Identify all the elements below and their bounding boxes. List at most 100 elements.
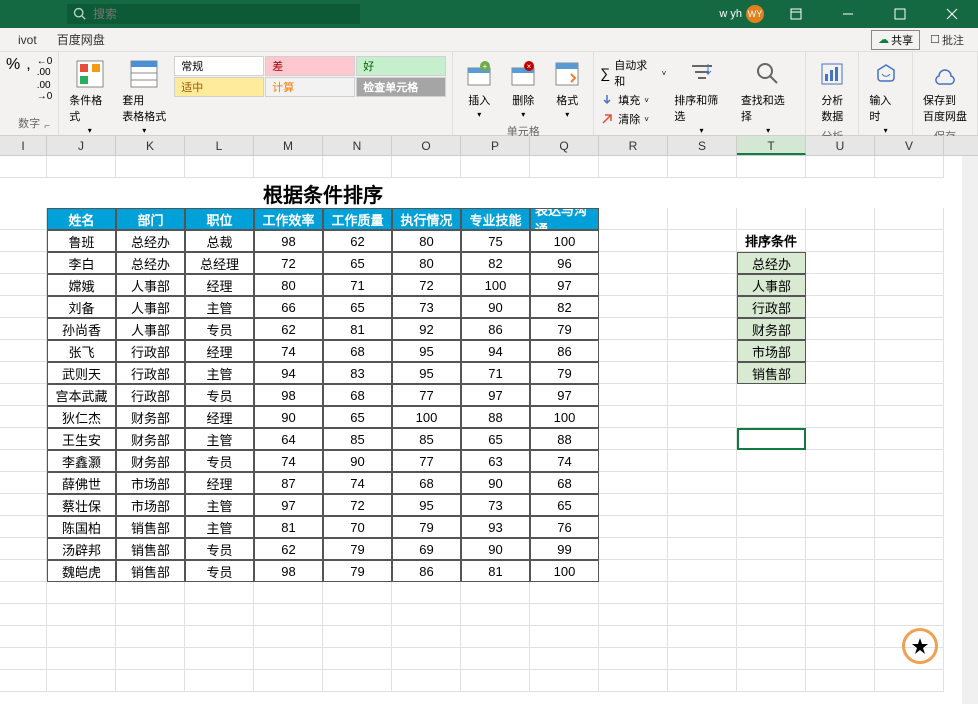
cell[interactable] [875, 670, 944, 692]
table-cell[interactable]: 总经办 [116, 252, 185, 274]
table-cell[interactable]: 71 [323, 274, 392, 296]
cell[interactable] [323, 156, 392, 178]
table-cell[interactable]: 90 [323, 450, 392, 472]
cell[interactable] [875, 406, 944, 428]
cell[interactable] [875, 252, 944, 274]
style-check[interactable]: 检查单元格 [356, 77, 446, 97]
cell[interactable] [668, 362, 737, 384]
table-cell[interactable]: 68 [530, 472, 599, 494]
style-medium[interactable]: 适中 [174, 77, 264, 97]
cell[interactable] [0, 560, 47, 582]
cell[interactable] [116, 670, 185, 692]
cell[interactable] [0, 582, 47, 604]
cell[interactable] [599, 538, 668, 560]
cell[interactable] [668, 156, 737, 178]
table-cell[interactable]: 62 [254, 318, 323, 340]
cell[interactable] [875, 156, 944, 178]
cell[interactable] [254, 156, 323, 178]
table-cell[interactable]: 人事部 [116, 274, 185, 296]
minimize-button[interactable] [828, 0, 868, 28]
cell[interactable] [461, 156, 530, 178]
table-cell[interactable]: 88 [530, 428, 599, 450]
column-header-K[interactable]: K [116, 136, 185, 155]
cell[interactable] [0, 670, 47, 692]
table-cell[interactable]: 74 [530, 450, 599, 472]
cell[interactable] [806, 178, 875, 208]
cell[interactable] [0, 626, 47, 648]
table-cell[interactable]: 专员 [185, 560, 254, 582]
cell[interactable] [806, 296, 875, 318]
cell[interactable] [392, 156, 461, 178]
table-cell[interactable]: 95 [392, 340, 461, 362]
cell[interactable] [737, 560, 806, 582]
table-cell[interactable]: 80 [392, 230, 461, 252]
sort-item[interactable]: 总经办 [737, 252, 806, 274]
table-cell[interactable]: 宫本武藏 [47, 384, 116, 406]
cell[interactable] [185, 582, 254, 604]
table-cell[interactable]: 专员 [185, 538, 254, 560]
cell[interactable] [599, 472, 668, 494]
column-header-T[interactable]: T [737, 136, 806, 155]
cell[interactable] [599, 156, 668, 178]
cell[interactable] [116, 582, 185, 604]
table-cell[interactable]: 狄仁杰 [47, 406, 116, 428]
cell[interactable] [875, 472, 944, 494]
table-cell[interactable]: 100 [461, 274, 530, 296]
cell[interactable] [737, 626, 806, 648]
table-cell[interactable]: 92 [392, 318, 461, 340]
cell[interactable] [668, 472, 737, 494]
table-cell[interactable]: 75 [461, 230, 530, 252]
share-button[interactable]: ☁共享 [871, 30, 920, 50]
table-cell[interactable]: 79 [530, 318, 599, 340]
close-button[interactable] [932, 0, 972, 28]
table-cell[interactable]: 65 [530, 494, 599, 516]
clear-button[interactable]: 清除˅ [600, 110, 666, 128]
cell[interactable] [737, 604, 806, 626]
table-cell[interactable]: 81 [323, 318, 392, 340]
cell[interactable] [668, 494, 737, 516]
sort-filter-button[interactable]: 排序和筛选▾ [670, 56, 733, 137]
cell[interactable] [737, 648, 806, 670]
cell[interactable] [668, 384, 737, 406]
insert-button[interactable]: + 插入▾ [459, 56, 499, 121]
cell[interactable] [875, 362, 944, 384]
table-cell[interactable]: 财务部 [116, 450, 185, 472]
table-header[interactable]: 工作质量 [323, 208, 392, 230]
cell[interactable] [806, 538, 875, 560]
table-cell[interactable]: 97 [530, 274, 599, 296]
cell[interactable] [668, 252, 737, 274]
table-cell[interactable]: 专员 [185, 318, 254, 340]
table-cell[interactable]: 总裁 [185, 230, 254, 252]
cell[interactable] [461, 670, 530, 692]
table-cell[interactable]: 62 [323, 230, 392, 252]
table-cell[interactable]: 张飞 [47, 340, 116, 362]
cell[interactable] [875, 428, 944, 450]
cell[interactable] [599, 648, 668, 670]
cell[interactable] [875, 384, 944, 406]
cell[interactable] [875, 208, 944, 230]
cell[interactable] [599, 208, 668, 230]
cell[interactable] [0, 340, 47, 362]
cell[interactable] [806, 450, 875, 472]
cell[interactable] [668, 516, 737, 538]
table-cell[interactable]: 62 [254, 538, 323, 560]
table-cell[interactable]: 65 [323, 296, 392, 318]
cell[interactable] [737, 494, 806, 516]
cell[interactable] [806, 274, 875, 296]
table-cell[interactable]: 专员 [185, 384, 254, 406]
table-cell[interactable]: 人事部 [116, 318, 185, 340]
table-cell[interactable]: 85 [392, 428, 461, 450]
table-cell[interactable]: 100 [530, 230, 599, 252]
cell[interactable] [737, 450, 806, 472]
comment-button[interactable]: ☐批注 [924, 30, 970, 50]
dialog-launcher[interactable]: ⌐ [44, 121, 56, 133]
cell[interactable] [599, 340, 668, 362]
table-cell[interactable]: 72 [323, 494, 392, 516]
table-cell[interactable]: 蔡壮保 [47, 494, 116, 516]
column-header-Q[interactable]: Q [530, 136, 599, 155]
sort-item[interactable]: 市场部 [737, 340, 806, 362]
cell[interactable] [323, 648, 392, 670]
table-cell[interactable]: 88 [461, 406, 530, 428]
cell[interactable] [668, 230, 737, 252]
table-cell[interactable]: 97 [254, 494, 323, 516]
